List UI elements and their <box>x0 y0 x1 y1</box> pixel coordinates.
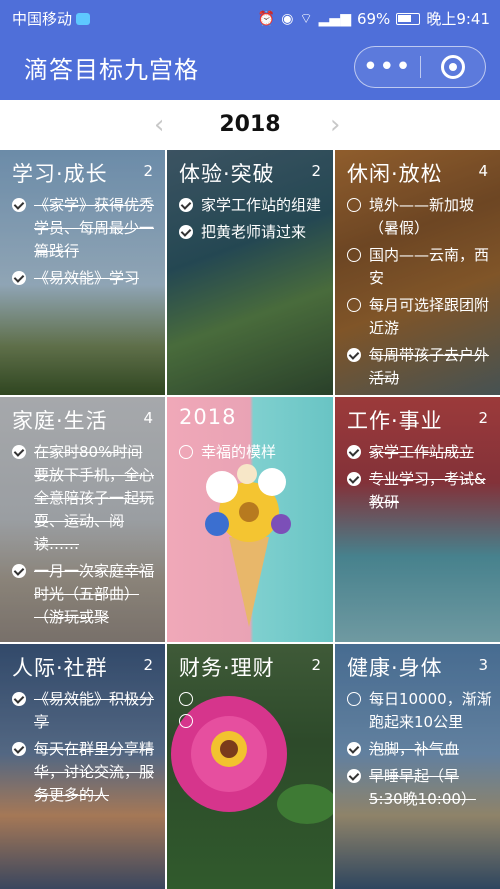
goal-item[interactable] <box>179 688 325 706</box>
grid-cell-social[interactable]: 人际·社群 2 《易效能》积极分享 每天在群里分享精华，讨论交流，服务更多的人 <box>0 644 165 889</box>
miniprogram-capsule: ••• <box>354 46 486 88</box>
goal-item[interactable]: 《家学》获得优秀学员、每周最少一篇践行 <box>12 194 157 263</box>
goal-item[interactable]: 境外——新加坡（暑假） <box>347 194 492 240</box>
unchecked-circle-icon <box>179 445 193 459</box>
signal-icon: ▂▄▆ <box>318 10 351 27</box>
goal-count: 2 <box>478 409 488 427</box>
alarm-icon: ⏰ <box>257 10 276 27</box>
goal-count: 2 <box>143 162 153 180</box>
checked-icon <box>347 742 361 756</box>
unchecked-circle-icon <box>179 714 193 728</box>
flower-cone-illustration <box>205 464 291 627</box>
cell-title: 家庭·生活 <box>12 409 108 433</box>
wifi-icon: ⌔ <box>299 10 313 27</box>
cell-title: 休闲·放松 <box>347 162 443 186</box>
grid-cell-health[interactable]: 健康·身体 3 每日10000，渐渐跑起来10公里 泡脚，补气血 早睡早起（早5… <box>335 644 500 889</box>
checked-icon <box>12 742 26 756</box>
goal-count: 3 <box>478 656 488 674</box>
checked-icon <box>12 198 26 212</box>
unchecked-circle-icon <box>347 198 361 212</box>
goal-item[interactable]: 每周带孩子去户外活动 <box>347 344 492 390</box>
goal-item[interactable]: 家学工作站成立 <box>347 441 492 464</box>
app-title: 滴答目标九宫格 <box>24 56 199 84</box>
year-navigator: ‹ 2018 › <box>0 100 500 150</box>
carrier-label: 中国移动 <box>12 10 73 28</box>
goal-item[interactable]: 专业学习，考试&教研 <box>347 468 492 514</box>
goal-count: 2 <box>311 162 321 180</box>
status-bar: 中国移动 ⏰ ◉ ⌔ ▂▄▆ 69% 晚上9:41 <box>0 0 500 36</box>
eye-icon: ◉ <box>281 10 294 27</box>
unchecked-circle-icon <box>347 298 361 312</box>
cell-title: 2018 <box>179 405 237 429</box>
checked-icon <box>347 348 361 362</box>
battery-icon <box>396 12 421 25</box>
grid-cell-learning[interactable]: 学习·成长 2 《家学》获得优秀学员、每周最少一篇践行 《易效能》学习 <box>0 150 165 395</box>
goal-item[interactable]: 在家时80%时间要放下手机，全心全意陪孩子一起玩耍、运动、阅读…… <box>12 441 157 556</box>
goal-item[interactable]: 每天在群里分享精华，讨论交流，服务更多的人 <box>12 738 157 807</box>
checked-icon <box>12 271 26 285</box>
grid-cell-experience[interactable]: 体验·突破 2 家学工作站的组建 把黄老师请过来 <box>167 150 333 395</box>
next-year-chevron-icon[interactable]: › <box>330 110 340 140</box>
goal-count: 4 <box>478 162 488 180</box>
grid-cell-finance[interactable]: 财务·理财 2 <box>167 644 333 889</box>
cell-title: 工作·事业 <box>347 409 443 433</box>
goal-item[interactable]: 一月一次家庭幸福时光（五部曲）（游玩或聚 <box>12 560 157 629</box>
grid-cell-center-2018[interactable]: 2018 幸福的模样 <box>167 397 333 642</box>
cell-title: 健康·身体 <box>347 656 443 680</box>
unchecked-circle-icon <box>347 248 361 262</box>
checked-icon <box>12 692 26 706</box>
goal-item[interactable]: 《易效能》学习 <box>12 267 157 290</box>
hd-badge-icon <box>76 12 91 25</box>
checked-icon <box>347 472 361 486</box>
goal-count: 4 <box>143 409 153 427</box>
grid-cell-family[interactable]: 家庭·生活 4 在家时80%时间要放下手机，全心全意陪孩子一起玩耍、运动、阅读…… <box>0 397 165 642</box>
goal-item[interactable]: 家学工作站的组建 <box>179 194 325 217</box>
goal-count: 2 <box>143 656 153 674</box>
close-button[interactable] <box>421 55 486 79</box>
goal-item[interactable] <box>179 710 325 728</box>
goal-item[interactable]: 国内——云南，西安 <box>347 244 492 290</box>
battery-percent: 69% <box>356 9 391 28</box>
goal-item[interactable]: 幸福的模样 <box>179 441 325 464</box>
checked-icon <box>347 769 361 783</box>
cell-title: 人际·社群 <box>12 656 108 680</box>
checked-icon <box>179 225 193 239</box>
checked-icon <box>347 445 361 459</box>
unchecked-circle-icon <box>347 692 361 706</box>
unchecked-circle-icon <box>179 692 193 706</box>
goal-item[interactable]: 把黄老师请过来 <box>179 221 325 244</box>
checked-icon <box>12 445 26 459</box>
cell-title: 财务·理财 <box>179 656 275 680</box>
goal-item[interactable]: 早睡早起（早5:30晚10:00） <box>347 765 492 811</box>
more-menu-icon[interactable]: ••• <box>355 54 420 80</box>
goal-grid: 学习·成长 2 《家学》获得优秀学员、每周最少一篇践行 《易效能》学习 体验·突… <box>0 150 500 889</box>
year-label: 2018 <box>219 112 281 137</box>
goal-item[interactable]: 《易效能》积极分享 <box>12 688 157 734</box>
cell-title: 学习·成长 <box>12 162 108 186</box>
goal-item[interactable]: 每日10000，渐渐跑起来10公里 <box>347 688 492 734</box>
grid-cell-career[interactable]: 工作·事业 2 家学工作站成立 专业学习，考试&教研 <box>335 397 500 642</box>
checked-icon <box>179 198 193 212</box>
close-target-icon <box>440 55 465 79</box>
checked-icon <box>12 564 26 578</box>
goal-item[interactable]: 泡脚，补气血 <box>347 738 492 761</box>
clock: 晚上9:41 <box>426 10 490 28</box>
goal-count: 2 <box>311 656 321 674</box>
goal-item[interactable]: 每月可选择跟团附近游 <box>347 294 492 340</box>
grid-cell-leisure[interactable]: 休闲·放松 4 境外——新加坡（暑假） 国内——云南，西安 每月可选择跟团附近游… <box>335 150 500 395</box>
cell-title: 体验·突破 <box>179 162 275 186</box>
title-bar: 滴答目标九宫格 ••• <box>0 36 500 100</box>
